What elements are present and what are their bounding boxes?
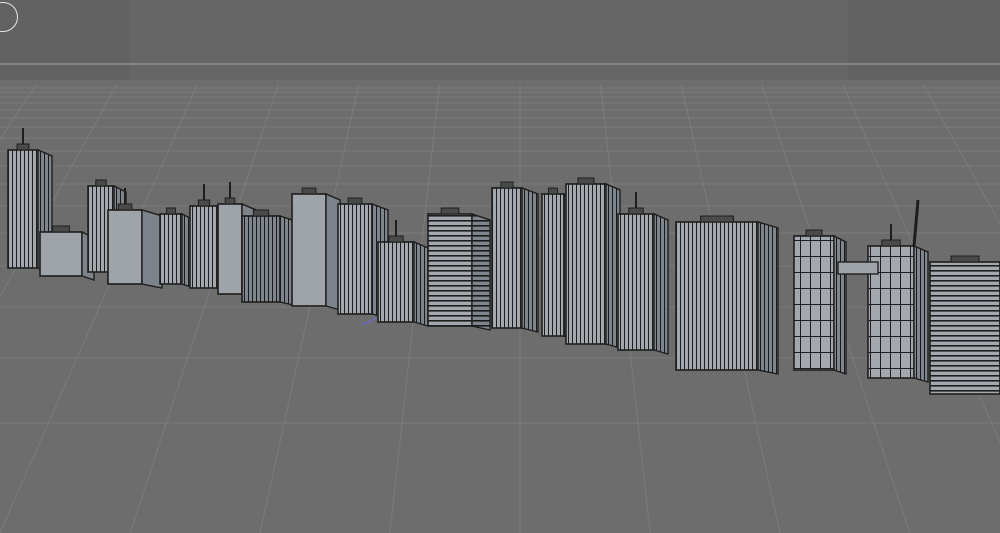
building-side <box>471 213 491 331</box>
building-face <box>159 213 183 285</box>
building-face <box>291 193 327 307</box>
rooftop-unit <box>197 199 211 207</box>
building-17[interactable] <box>675 215 779 375</box>
rooftop-unit <box>805 229 823 237</box>
building-side <box>913 244 929 383</box>
building-12[interactable] <box>427 207 491 331</box>
building-face <box>565 183 607 345</box>
rooftop-unit <box>224 197 236 205</box>
rooftop-unit <box>16 143 30 151</box>
building-face <box>617 213 655 351</box>
building-face <box>491 187 523 329</box>
rooftop-unit <box>117 203 133 211</box>
rooftop-unit <box>166 207 176 215</box>
building-13[interactable] <box>491 181 539 333</box>
building-9[interactable] <box>291 187 341 311</box>
rooftop-unit <box>388 235 404 243</box>
rooftop-unit <box>52 225 70 233</box>
scene-canvas[interactable] <box>0 0 1000 533</box>
building-face <box>377 241 415 323</box>
rooftop-unit <box>628 207 644 215</box>
rooftop-unit <box>881 239 901 247</box>
3d-viewport[interactable] <box>0 0 1000 533</box>
building-side <box>521 186 539 333</box>
building-face <box>675 221 759 371</box>
building-face <box>217 203 243 295</box>
building-8[interactable] <box>241 209 299 307</box>
building-side <box>141 209 163 289</box>
building-face <box>793 235 835 371</box>
building-2[interactable] <box>39 225 95 281</box>
skybridge[interactable] <box>837 261 879 275</box>
building-side <box>833 234 847 375</box>
building-19[interactable] <box>867 224 929 383</box>
rooftop-unit <box>95 179 107 187</box>
rooftop-unit <box>347 197 363 205</box>
rooftop-unit <box>500 181 514 189</box>
rooftop-unit <box>440 207 460 215</box>
rooftop-unit <box>548 187 558 195</box>
building-face <box>929 261 1000 395</box>
building-side <box>757 221 779 375</box>
building-face <box>241 215 281 303</box>
building-face <box>189 205 219 289</box>
building-face <box>39 231 83 277</box>
rooftop-unit <box>700 215 734 223</box>
building-18[interactable] <box>793 229 847 375</box>
rooftop-unit <box>950 255 980 263</box>
building-face <box>7 149 39 269</box>
building-5[interactable] <box>159 207 195 289</box>
building-face <box>541 193 565 337</box>
rooftop-unit <box>252 209 270 217</box>
building-side <box>413 240 429 327</box>
building-face <box>337 203 373 315</box>
building-15[interactable] <box>565 177 621 349</box>
rooftop-unit <box>577 177 595 185</box>
building-face <box>427 213 473 327</box>
building-side <box>653 212 669 355</box>
building-face <box>107 209 143 285</box>
building-16[interactable] <box>617 192 669 355</box>
building-20[interactable] <box>927 255 1000 398</box>
rooftop-unit <box>301 187 317 195</box>
